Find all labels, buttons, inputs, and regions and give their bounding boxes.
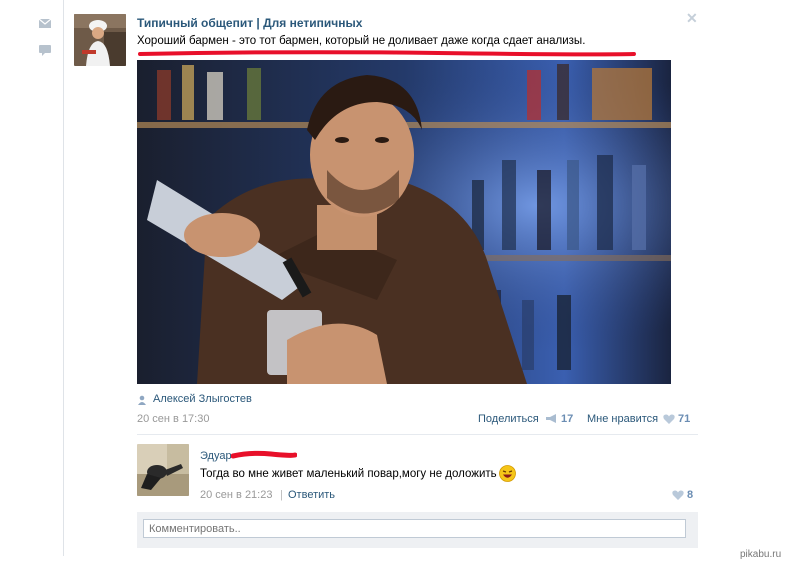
user-icon — [138, 395, 146, 405]
comment-heart-icon[interactable] — [672, 490, 684, 500]
comment-author[interactable]: Эдуар — [200, 450, 232, 462]
like-count: 71 — [678, 413, 691, 425]
comment-avatar[interactable] — [137, 444, 189, 496]
left-divider — [63, 0, 64, 556]
megaphone-icon[interactable] — [545, 413, 558, 424]
post-divider — [137, 434, 698, 435]
watermark: pikabu.ru — [740, 549, 782, 560]
post-photo[interactable] — [137, 60, 671, 384]
group-title[interactable]: Типичный общепит | Для нетипичных — [137, 16, 362, 30]
comment-input[interactable] — [143, 519, 686, 538]
share-button[interactable]: Поделиться — [478, 413, 539, 425]
share-count: 17 — [561, 413, 574, 425]
comment-icon[interactable] — [38, 43, 52, 57]
post-author[interactable]: Алексей Злыгостев — [153, 393, 252, 405]
comment-date[interactable]: 20 сен в 21:23 — [200, 489, 272, 501]
post-date[interactable]: 20 сен в 17:30 — [137, 413, 209, 425]
comment-like-count: 8 — [687, 489, 694, 501]
laughing-smiley-icon — [499, 465, 516, 482]
comment-form — [137, 512, 698, 548]
post-text: Хороший бармен - это тот бармен, который… — [137, 35, 586, 47]
comment-text: Тогда во мне живет маленький повар,могу … — [200, 468, 497, 480]
comment-separator: | — [280, 489, 283, 501]
mail-icon[interactable] — [38, 16, 52, 30]
heart-icon[interactable] — [663, 414, 675, 424]
close-icon[interactable]: ✕ — [686, 10, 698, 27]
like-button[interactable]: Мне нравится — [587, 413, 658, 425]
highlight-underline — [138, 50, 636, 57]
group-avatar[interactable] — [74, 14, 126, 66]
reply-button[interactable]: Ответить — [288, 489, 335, 501]
name-redaction-scribble — [231, 450, 297, 459]
